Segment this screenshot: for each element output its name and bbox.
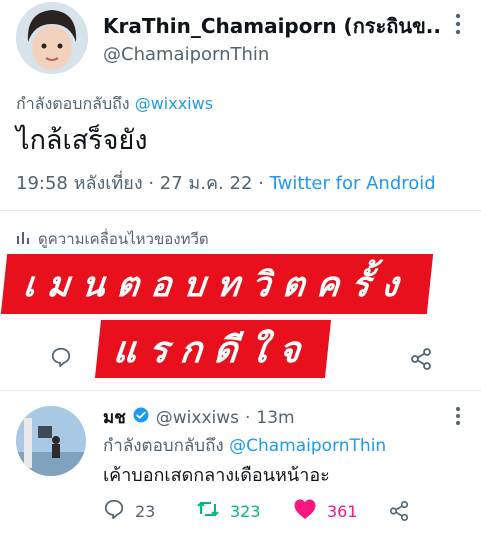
tweet-source-link[interactable]: Twitter for Android: [270, 173, 436, 194]
retweet-icon: [196, 498, 220, 524]
share-icon[interactable]: [406, 344, 436, 374]
tweet-text: ไกล้เสร็จยัง: [16, 125, 148, 156]
display-name[interactable]: KraThin_Chamaiporn (กระถินข...: [103, 10, 443, 42]
replying-prefix: กำลังตอบกลับถึง: [16, 94, 135, 113]
reply-time[interactable]: 13m: [256, 408, 294, 428]
tweet-activity-link[interactable]: ดูความเคลื่อนไหวของทวีต: [16, 227, 209, 251]
share-icon[interactable]: [386, 498, 412, 524]
user-handle[interactable]: @ChamaipornThin: [103, 44, 269, 65]
tweet-timestamp[interactable]: 19:58 หลังเที่ยง · 27 ม.ค. 22 ·: [16, 173, 270, 194]
like-count: 361: [327, 501, 358, 521]
like-button[interactable]: 361: [293, 498, 358, 524]
divider: [0, 390, 481, 391]
replying-mention-link[interactable]: @ChamaipornThin: [229, 436, 386, 456]
reply-replying-line: กำลังตอบกลับถึง @ChamaipornThin: [103, 432, 386, 459]
reply-count: 23: [135, 501, 156, 521]
retweet-button[interactable]: 323: [196, 498, 261, 524]
replying-mention-link[interactable]: @wixxiws: [135, 94, 213, 113]
separator: ·: [244, 407, 251, 428]
reply-header: มช @wixxiws · 13m: [103, 404, 295, 431]
overlay-banner-bottom: แรกดีใจ: [94, 320, 332, 378]
retweet-count: 323: [230, 501, 261, 521]
divider: [0, 210, 481, 211]
more-icon[interactable]: [448, 404, 468, 428]
heart-icon: [293, 498, 317, 524]
reply-icon: [103, 498, 125, 524]
avatar[interactable]: [16, 2, 88, 74]
reply-handle[interactable]: @wixxiws: [156, 408, 239, 428]
verified-badge-icon: [132, 406, 150, 429]
tweet-meta: 19:58 หลังเที่ยง · 27 ม.ค. 22 · Twitter …: [16, 168, 436, 197]
activity-label: ดูความเคลื่อนไหวของทวีต: [38, 230, 209, 248]
reply-avatar[interactable]: [16, 406, 86, 476]
reply-icon[interactable]: [48, 344, 74, 370]
reply-text: เค้าบอกเสดกลางเดือนหน้าอะ: [103, 465, 330, 486]
replying-prefix: กำลังตอบกลับถึง: [103, 436, 230, 456]
replying-to-line: กำลังตอบกลับถึง @wixxiws: [16, 92, 213, 117]
reply-count-button[interactable]: 23: [103, 498, 155, 524]
bar-chart-icon: [16, 230, 30, 248]
reply-display-name[interactable]: มช: [103, 404, 126, 431]
more-icon[interactable]: [448, 10, 468, 38]
overlay-banner-top: เมนตอบทวิตครั้ง: [0, 254, 434, 314]
